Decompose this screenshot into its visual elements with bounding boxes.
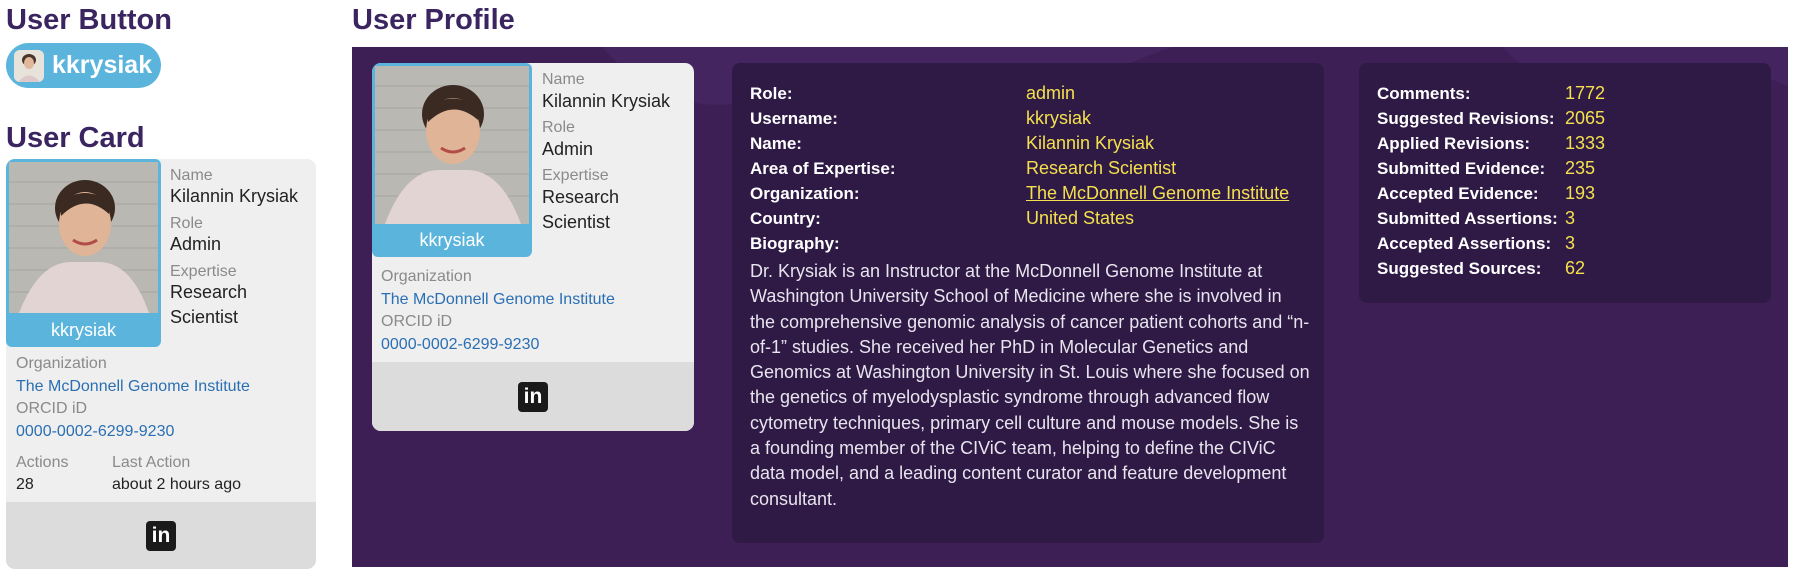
stat-suggested-revisions-value: 2065	[1565, 108, 1606, 128]
detail-country-value: United States	[1026, 208, 1135, 228]
card-organization-label: Organization	[16, 355, 107, 372]
stat-suggested-sources-label: Suggested Sources:	[1377, 259, 1542, 278]
card-organization-link[interactable]: The McDonnell Genome Institute	[16, 378, 250, 396]
profile-expertise-line1: Research	[542, 187, 620, 207]
stat-submitted-assertions-value: 3	[1565, 208, 1576, 228]
profile-orcid-label: ORCID iD	[381, 313, 453, 330]
profile-expertise-line2: Scientist	[542, 212, 611, 232]
stat-applied-revisions-value: 1333	[1565, 133, 1606, 153]
detail-biography-label: Biography:	[750, 234, 840, 253]
card-name-label: Name	[170, 167, 213, 184]
user-profile-title: User Profile	[352, 4, 515, 36]
stat-suggested-revisions-label: Suggested Revisions:	[1377, 109, 1555, 128]
detail-username-value: kkrysiak	[1026, 108, 1092, 128]
profile-name-label: Name	[542, 71, 585, 88]
card-photo-frame[interactable]: kkrysiak	[6, 159, 161, 347]
profile-orcid-link[interactable]: 0000-0002-6299-9230	[381, 336, 539, 354]
detail-username-label: Username:	[750, 109, 838, 128]
detail-name-label: Name:	[750, 134, 802, 153]
card-actions-count: 28	[16, 476, 34, 493]
user-card: kkrysiak Name Kilannin Krysiak Role Admi…	[6, 159, 316, 569]
stat-submitted-evidence-label: Submitted Evidence:	[1377, 159, 1546, 178]
card-name: Kilannin Krysiak	[170, 186, 299, 206]
card-orcid-link[interactable]: 0000-0002-6299-9230	[16, 423, 174, 441]
user-button-title: User Button	[6, 4, 172, 36]
profile-organization-label: Organization	[381, 268, 472, 285]
profile-user-card: kkrysiak Name Kilannin Krysiak Role Admi…	[372, 63, 694, 431]
user-profile-panel: kkrysiak Name Kilannin Krysiak Role Admi…	[352, 47, 1788, 567]
card-footer: in	[6, 502, 316, 569]
card-photo-username: kkrysiak	[50, 320, 116, 340]
profile-photo-frame[interactable]: kkrysiak	[372, 63, 532, 257]
stat-accepted-evidence-value: 193	[1565, 183, 1596, 203]
profile-name: Kilannin Krysiak	[542, 91, 671, 111]
user-card-title: User Card	[6, 122, 145, 154]
linkedin-icon[interactable]: in	[518, 381, 548, 412]
detail-country-label: Country:	[750, 209, 821, 228]
stat-accepted-assertions-value: 3	[1565, 233, 1576, 253]
profile-stats-panel: Comments: 1772 Suggested Revisions: 2065…	[1359, 63, 1771, 303]
card-expertise-line2: Scientist	[170, 307, 239, 327]
profile-role-label: Role	[542, 119, 575, 136]
profile-details-panel: Role: admin Username: kkrysiak Name: Kil…	[732, 63, 1324, 543]
detail-organization-label: Organization:	[750, 184, 860, 203]
card-role-label: Role	[170, 215, 203, 232]
user-button[interactable]: kkrysiak	[6, 43, 161, 88]
stat-applied-revisions-label: Applied Revisions:	[1377, 134, 1531, 153]
user-photo	[9, 162, 158, 313]
detail-expertise-label: Area of Expertise:	[750, 159, 896, 178]
profile-photo-username: kkrysiak	[419, 230, 485, 250]
user-button-username: kkrysiak	[52, 51, 153, 79]
stat-submitted-evidence-value: 235	[1565, 158, 1596, 178]
detail-expertise-value: Research Scientist	[1026, 158, 1177, 178]
stat-comments-value: 1772	[1565, 83, 1606, 103]
card-last-action: about 2 hours ago	[112, 476, 241, 493]
stat-suggested-sources-value: 62	[1565, 258, 1586, 278]
stat-comments-label: Comments:	[1377, 84, 1471, 103]
stat-submitted-assertions-label: Submitted Assertions:	[1377, 209, 1558, 228]
profile-expertise-label: Expertise	[542, 167, 609, 184]
card-expertise-line1: Research	[170, 282, 248, 302]
profile-role: Admin	[542, 139, 594, 159]
card-expertise-label: Expertise	[170, 263, 237, 280]
detail-biography-text: Dr. Krysiak is an Instructor at the McDo…	[750, 261, 1310, 509]
stat-accepted-evidence-label: Accepted Evidence:	[1377, 184, 1539, 203]
detail-name-value: Kilannin Krysiak	[1026, 133, 1155, 153]
card-orcid-label: ORCID iD	[16, 400, 88, 417]
detail-organization-link[interactable]: The McDonnell Genome Institute	[1026, 183, 1289, 204]
profile-user-photo	[375, 66, 529, 224]
profile-organization-link[interactable]: The McDonnell Genome Institute	[381, 291, 615, 309]
card-last-action-label: Last Action	[112, 454, 191, 471]
card-role: Admin	[170, 234, 222, 254]
card-actions-label: Actions	[16, 454, 69, 471]
detail-role-label: Role:	[750, 84, 793, 103]
stat-accepted-assertions-label: Accepted Assertions:	[1377, 234, 1552, 253]
user-avatar	[14, 49, 44, 82]
linkedin-icon[interactable]: in	[146, 520, 176, 551]
detail-role-value: admin	[1026, 83, 1076, 103]
profile-card-footer: in	[372, 362, 694, 431]
